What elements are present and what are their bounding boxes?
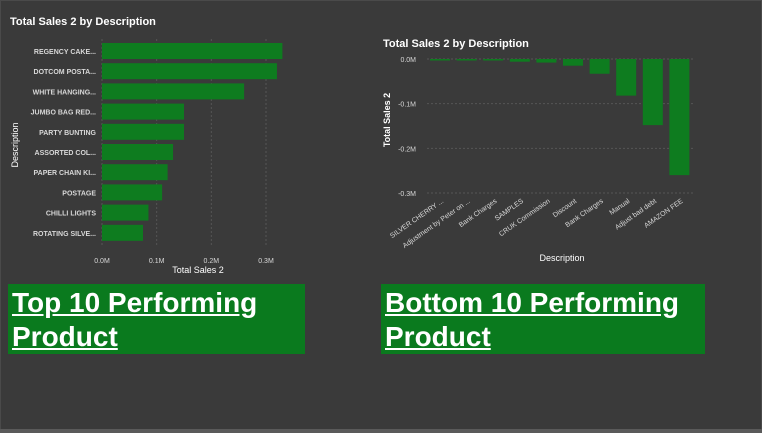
x-axis-label: Total Sales 2 bbox=[172, 265, 224, 275]
bar bbox=[483, 59, 504, 61]
top-10-banner: Top 10 Performing Product bbox=[8, 284, 305, 354]
category-label: DOTCOM POSTA... bbox=[34, 69, 97, 76]
category-label: REGENCY CAKE... bbox=[34, 49, 96, 56]
top-chart-title: Total Sales 2 by Description bbox=[10, 16, 156, 28]
category-label: CRUK Commission bbox=[498, 198, 551, 238]
bar bbox=[102, 83, 245, 100]
category-label: ASSORTED COL... bbox=[35, 150, 97, 157]
bar bbox=[102, 144, 174, 160]
x-tick-label: 0.0M bbox=[94, 258, 110, 265]
y-tick-label: -0.2M bbox=[398, 146, 416, 153]
category-label: ROTATING SILVE... bbox=[33, 231, 96, 238]
bar bbox=[102, 63, 277, 80]
bar bbox=[102, 204, 149, 221]
page-bottom-strip bbox=[0, 429, 762, 433]
top-sales-bar-chart[interactable]: 0.0M 0.1M 0.2M 0.3M REGENCY CAKE... DOTCOM PO… bbox=[0, 35, 360, 280]
bar bbox=[430, 59, 450, 61]
category-label: PAPER CHAIN KI... bbox=[34, 170, 97, 177]
category-label: POSTAGE bbox=[62, 190, 96, 197]
y-axis-label: Total Sales 2 bbox=[382, 93, 392, 147]
bar bbox=[563, 59, 583, 66]
bar bbox=[509, 59, 530, 62]
x-tick-label: 0.2M bbox=[204, 258, 220, 265]
x-tick-label: 0.1M bbox=[149, 258, 165, 265]
bar bbox=[102, 164, 168, 181]
x-tick-label: 0.3M bbox=[258, 258, 274, 265]
bar bbox=[536, 59, 557, 63]
bottom-sales-bar-chart[interactable]: 0.0M-0.1M-0.2M-0.3MSILVER CHERRY ...Adju… bbox=[370, 48, 700, 270]
category-label: Manual bbox=[609, 198, 632, 217]
bar bbox=[102, 224, 143, 241]
bar bbox=[669, 59, 690, 176]
bar bbox=[102, 123, 184, 140]
bar bbox=[589, 59, 610, 74]
bar bbox=[102, 43, 283, 59]
y-tick-label: 0.0M bbox=[400, 57, 416, 64]
category-label: JUMBO BAG RED... bbox=[31, 110, 96, 117]
x-axis-label: Description bbox=[539, 253, 584, 263]
bar bbox=[102, 184, 163, 201]
y-tick-label: -0.3M bbox=[398, 191, 416, 198]
category-label: WHITE HANGING... bbox=[33, 89, 96, 96]
category-label: PARTY BUNTING bbox=[39, 130, 96, 137]
bar bbox=[456, 59, 477, 61]
bar bbox=[642, 59, 663, 126]
bottom-10-banner: Bottom 10 Performing Product bbox=[381, 284, 705, 354]
bar bbox=[102, 103, 184, 120]
y-tick-label: -0.1M bbox=[398, 102, 416, 109]
y-axis-label: Description bbox=[10, 122, 20, 167]
bar bbox=[616, 59, 637, 96]
category-label: CHILLI LIGHTS bbox=[46, 211, 96, 218]
